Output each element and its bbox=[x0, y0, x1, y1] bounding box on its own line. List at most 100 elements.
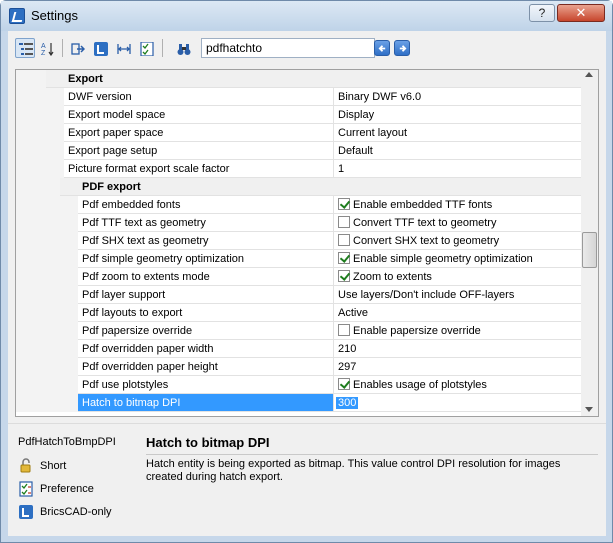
property-name[interactable]: Pdf layouts to export bbox=[78, 304, 334, 322]
property-row[interactable]: Picture format export scale factor 1 bbox=[16, 160, 581, 178]
alphabetical-view-button[interactable]: A Z bbox=[37, 38, 57, 58]
scrollbar-thumb[interactable] bbox=[582, 232, 597, 268]
checkbox[interactable] bbox=[338, 234, 350, 246]
panel-splitter[interactable] bbox=[8, 423, 606, 424]
property-value[interactable]: Enable embedded TTF fonts bbox=[334, 196, 581, 214]
property-value[interactable]: Enables usage of plotstyles bbox=[334, 376, 581, 394]
property-value[interactable]: Enable papersize override bbox=[334, 322, 581, 340]
scroll-up-arrow-icon[interactable] bbox=[585, 72, 593, 77]
row-gutter bbox=[16, 214, 78, 232]
property-row[interactable]: Pdf TTF text as geometry Convert TTF text… bbox=[16, 214, 581, 232]
property-value[interactable]: Convert SHX text to geometry bbox=[334, 232, 581, 250]
value-text: Binary DWF v6.0 bbox=[338, 91, 422, 103]
preferences-filter-button[interactable] bbox=[136, 38, 156, 58]
scroll-down-arrow-icon[interactable] bbox=[585, 407, 593, 412]
find-button[interactable] bbox=[173, 38, 193, 58]
property-row[interactable]: Pdf layer support Use layers/Don't includ… bbox=[16, 286, 581, 304]
vertical-scrollbar[interactable] bbox=[581, 70, 598, 416]
row-gutter bbox=[16, 250, 78, 268]
property-row[interactable]: Pdf overridden paper height 297 bbox=[16, 358, 581, 376]
property-value[interactable]: Binary DWF v6.0 bbox=[334, 88, 581, 106]
checkbox[interactable] bbox=[338, 378, 350, 390]
property-name[interactable]: Export page setup bbox=[64, 142, 334, 160]
checkbox[interactable] bbox=[338, 270, 350, 282]
property-row[interactable]: Pdf embedded fonts Enable embedded TTF fo… bbox=[16, 196, 581, 214]
property-value[interactable]: Use layers/Don't include OFF-layers bbox=[334, 286, 581, 304]
property-value[interactable]: Convert TTF text to geometry bbox=[334, 214, 581, 232]
property-name[interactable]: Hatch to bitmap DPI bbox=[78, 394, 334, 412]
checkbox[interactable] bbox=[338, 252, 350, 264]
find-next-button[interactable] bbox=[394, 40, 410, 56]
property-rows: Export DWF version Binary DWF v6.0 Export m… bbox=[16, 70, 581, 412]
property-value[interactable]: Enable simple geometry optimization bbox=[334, 250, 581, 268]
svg-text:Z: Z bbox=[41, 50, 46, 56]
variable-name: PdfHatchToBmpDPI bbox=[18, 436, 116, 448]
category-row[interactable]: PDF export bbox=[16, 178, 581, 196]
property-value[interactable]: 1 bbox=[334, 160, 581, 178]
property-row[interactable]: Pdf zoom to extents mode Zoom to extents bbox=[16, 268, 581, 286]
property-name[interactable]: Pdf overridden paper height bbox=[78, 358, 334, 376]
property-value[interactable]: 297 bbox=[334, 358, 581, 376]
settings-property-grid[interactable]: Export DWF version Binary DWF v6.0 Export m… bbox=[15, 69, 599, 417]
close-button[interactable]: ✕ bbox=[557, 4, 605, 22]
search-input[interactable] bbox=[201, 38, 375, 58]
checkbox[interactable] bbox=[338, 198, 350, 210]
expand-width-button[interactable] bbox=[113, 38, 133, 58]
value-text: Convert TTF text to geometry bbox=[353, 217, 497, 229]
property-name[interactable]: Pdf use plotstyles bbox=[78, 376, 334, 394]
info-item-label: Preference bbox=[40, 483, 94, 495]
value-text: 297 bbox=[338, 361, 357, 373]
export-settings-button[interactable] bbox=[67, 38, 87, 58]
property-name[interactable]: DWF version bbox=[64, 88, 334, 106]
property-name[interactable]: Picture format export scale factor bbox=[64, 160, 334, 178]
category-row[interactable]: Export bbox=[16, 70, 581, 88]
checkbox[interactable] bbox=[338, 216, 350, 228]
property-value[interactable]: Current layout bbox=[334, 124, 581, 142]
title-bar[interactable]: Settings ? ✕ bbox=[1, 1, 612, 31]
toolbar-separator bbox=[162, 39, 163, 57]
bricscad-only-button[interactable] bbox=[90, 38, 110, 58]
row-gutter bbox=[16, 196, 78, 214]
property-name[interactable]: Pdf SHX text as geometry bbox=[78, 232, 334, 250]
property-row[interactable]: Export paper space Current layout bbox=[16, 124, 581, 142]
property-name[interactable]: Export paper space bbox=[64, 124, 334, 142]
description-title: Hatch to bitmap DPI bbox=[146, 435, 270, 450]
property-value[interactable]: 210 bbox=[334, 340, 581, 358]
value-edit-field[interactable]: 300 bbox=[336, 397, 359, 409]
value-text: Convert SHX text to geometry bbox=[353, 235, 500, 247]
arrow-right-icon bbox=[399, 45, 407, 52]
property-row[interactable]: Pdf papersize override Enable papersize o… bbox=[16, 322, 581, 340]
bricscad-icon bbox=[94, 42, 108, 56]
property-row[interactable]: DWF version Binary DWF v6.0 bbox=[16, 88, 581, 106]
property-row[interactable]: Pdf use plotstyles Enables usage of plots… bbox=[16, 376, 581, 394]
checkbox[interactable] bbox=[338, 324, 350, 336]
property-name[interactable]: Pdf simple geometry optimization bbox=[78, 250, 334, 268]
property-row[interactable]: Pdf layouts to export Active bbox=[16, 304, 581, 322]
property-value[interactable]: Display bbox=[334, 106, 581, 124]
categorized-view-button[interactable] bbox=[15, 38, 35, 58]
property-name[interactable]: Pdf overridden paper width bbox=[78, 340, 334, 358]
property-name[interactable]: Pdf layer support bbox=[78, 286, 334, 304]
toolbar-separator bbox=[62, 39, 63, 57]
property-name[interactable]: Export model space bbox=[64, 106, 334, 124]
property-row[interactable]: Pdf simple geometry optimization Enable s… bbox=[16, 250, 581, 268]
property-value[interactable]: 300 bbox=[334, 394, 581, 412]
description-divider bbox=[146, 454, 598, 455]
property-name[interactable]: Pdf TTF text as geometry bbox=[78, 214, 334, 232]
property-row[interactable]: Export page setup Default bbox=[16, 142, 581, 160]
property-row[interactable]: Pdf overridden paper width 210 bbox=[16, 340, 581, 358]
value-text: Enable papersize override bbox=[353, 325, 481, 337]
find-previous-button[interactable] bbox=[374, 40, 390, 56]
property-name[interactable]: Pdf zoom to extents mode bbox=[78, 268, 334, 286]
property-value[interactable]: Zoom to extents bbox=[334, 268, 581, 286]
property-name[interactable]: Pdf papersize override bbox=[78, 322, 334, 340]
property-value[interactable]: Active bbox=[334, 304, 581, 322]
help-button[interactable]: ? bbox=[529, 4, 555, 22]
property-row[interactable]: Hatch to bitmap DPI 300 bbox=[16, 394, 581, 412]
property-value[interactable]: Default bbox=[334, 142, 581, 160]
property-row[interactable]: Pdf SHX text as geometry Convert SHX text… bbox=[16, 232, 581, 250]
value-text: Default bbox=[338, 145, 373, 157]
svg-text:A: A bbox=[41, 43, 46, 50]
property-row[interactable]: Export model space Display bbox=[16, 106, 581, 124]
property-name[interactable]: Pdf embedded fonts bbox=[78, 196, 334, 214]
